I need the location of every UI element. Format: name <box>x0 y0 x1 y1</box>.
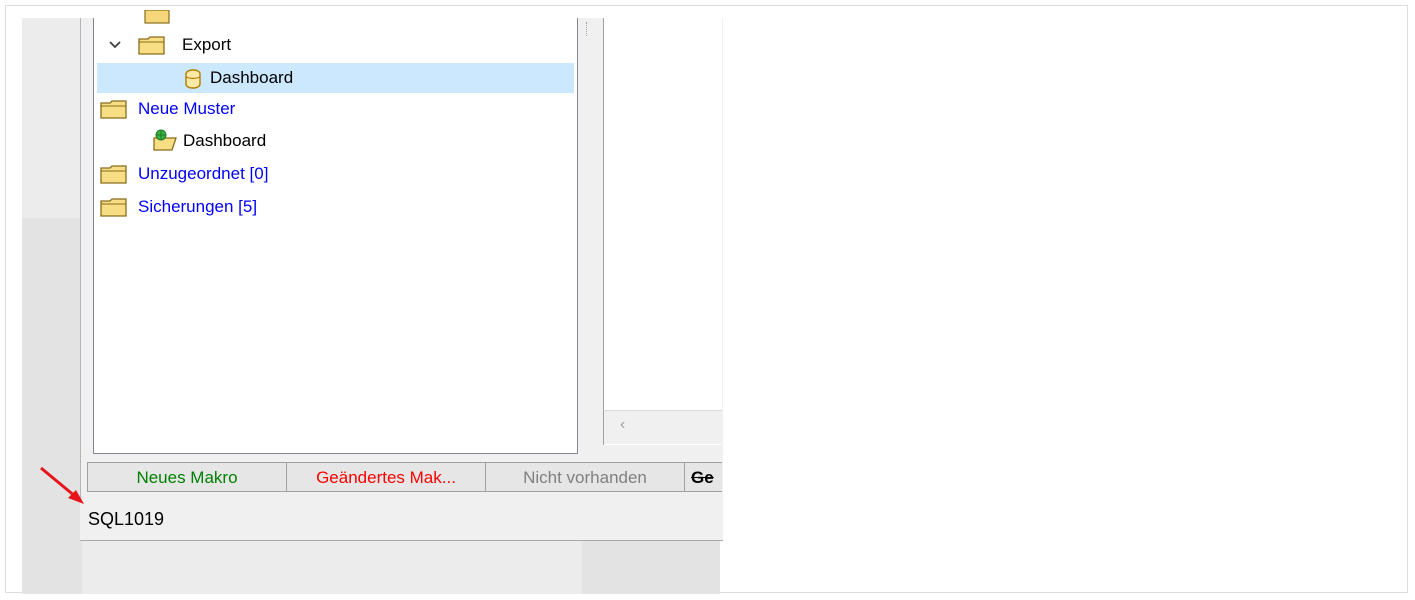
tree-item-label: Dashboard <box>183 131 267 150</box>
detail-panel[interactable] <box>603 18 722 445</box>
tree-item-label: Neue Muster <box>138 99 236 118</box>
tree-item-dashboard-selected[interactable]: Dashboard <box>97 63 574 93</box>
red-arrow-icon <box>40 466 84 504</box>
folder-icon <box>100 198 127 217</box>
tree-view[interactable]: Export Dashboard Neue Muster Dashboard U… <box>93 10 578 454</box>
tree-item-sicherungen[interactable]: Sicherungen [5] <box>94 192 577 222</box>
legend-changed-macro: Geändertes Mak... <box>286 462 486 492</box>
legend-cut-off: Ge <box>684 462 722 492</box>
tree-item-label: Unzugeordnet [0] <box>138 164 269 183</box>
macro-folder-icon <box>153 129 177 151</box>
tree-item-label: Dashboard <box>210 68 294 87</box>
folder-icon <box>144 10 170 24</box>
folder-icon <box>100 100 127 119</box>
tree-item-export[interactable]: Export <box>94 30 577 60</box>
folder-icon <box>100 165 127 184</box>
splitter-grip[interactable] <box>586 22 590 36</box>
panel-splitter[interactable] <box>580 18 602 454</box>
horizontal-scrollbar[interactable]: ‹ <box>603 410 722 444</box>
status-code: SQL1019 <box>88 509 165 529</box>
status-bar: SQL1019 <box>80 500 722 540</box>
scroll-left-arrow-icon[interactable]: ‹ <box>620 416 625 434</box>
legend-new-macro: Neues Makro <box>87 462 287 492</box>
tree-item-unzugeordnet[interactable]: Unzugeordnet [0] <box>94 159 577 189</box>
legend-not-present: Nicht vorhanden <box>485 462 685 492</box>
tree-item-label: Export <box>182 35 232 54</box>
tree-item-label: Sicherungen [5] <box>138 197 258 216</box>
tree-item-dashboard-macro[interactable]: Dashboard <box>94 126 577 156</box>
legend-bar: Neues Makro Geändertes Mak... Nicht vorh… <box>87 462 722 492</box>
database-icon <box>185 69 201 89</box>
chevron-down-icon[interactable] <box>108 40 122 50</box>
tree-item-neue-muster[interactable]: Neue Muster <box>94 94 577 124</box>
folder-icon <box>138 36 165 55</box>
